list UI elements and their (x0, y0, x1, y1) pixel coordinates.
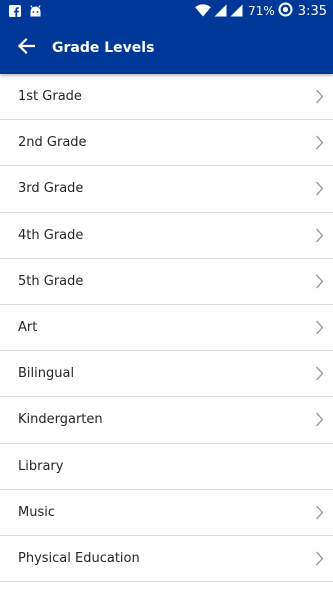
list-item-music[interactable]: Music (0, 490, 333, 536)
facebook-icon (9, 2, 21, 21)
list-item-5th-grade[interactable]: 5th Grade (0, 259, 333, 305)
list-item-4th-grade[interactable]: 4th Grade (0, 213, 333, 259)
list-item-library[interactable]: Library (0, 444, 333, 490)
chevron-right-icon (314, 504, 324, 520)
list-item-label: Bilingual (18, 366, 75, 382)
chevron-right-icon (314, 89, 324, 105)
arrow-left-icon (17, 37, 36, 59)
chevron-right-icon (314, 135, 324, 151)
status-bar: 71% 3:35 (0, 0, 333, 22)
list-item-label: 4th Grade (18, 227, 84, 243)
list-item-bilingual[interactable]: Bilingual (0, 351, 333, 398)
list-item-2nd-grade[interactable]: 2nd Grade (0, 120, 333, 167)
list-item-art[interactable]: Art (0, 305, 333, 352)
android-icon (29, 2, 42, 21)
list-item-label: Music (18, 504, 55, 520)
chevron-right-icon (314, 320, 324, 336)
list-item-label: 3rd Grade (18, 181, 84, 197)
battery-icon (278, 2, 293, 21)
status-time: 3:35 (297, 3, 327, 19)
chevron-right-icon (314, 366, 324, 382)
chevron-right-icon (314, 227, 324, 243)
chevron-right-icon (314, 412, 324, 428)
page-title: Grade Levels (52, 40, 155, 56)
list-item-label: Art (18, 320, 38, 336)
list-item-label: 1st Grade (18, 89, 82, 105)
list-item-label: Library (18, 458, 64, 474)
battery-percent: 71% (248, 4, 275, 18)
list-item-kindergarten[interactable]: Kindergarten (0, 397, 333, 444)
list-item-1st-grade[interactable]: 1st Grade (0, 74, 333, 121)
list-item-label: Physical Education (18, 550, 140, 566)
chevron-right-icon (314, 181, 324, 197)
wifi-icon (195, 2, 211, 21)
list-item-3rd-grade[interactable]: 3rd Grade (0, 166, 333, 213)
list-item-label: 2nd Grade (18, 135, 87, 151)
signal-icon (230, 2, 243, 21)
list-item-label: 5th Grade (18, 273, 84, 289)
chevron-right-icon (314, 550, 324, 566)
list-item-physical-education[interactable]: Physical Education (0, 536, 333, 583)
signal-icon (214, 2, 227, 21)
list-item-label: Kindergarten (18, 412, 103, 428)
back-button[interactable] (0, 22, 52, 74)
grade-levels-list: 1st Grade 2nd Grade 3rd Grade 4th Grade … (0, 74, 333, 583)
app-bar: Grade Levels (0, 22, 333, 74)
chevron-right-icon (314, 273, 324, 289)
